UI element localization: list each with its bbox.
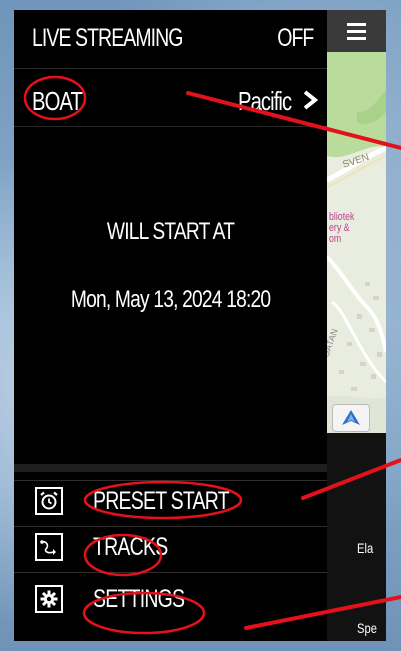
menu-item-label: PRESET START — [93, 486, 230, 515]
map-poi-label-3: om — [329, 233, 342, 245]
app-screen: LIVE STREAMING OFF BOAT Pacific WILL STA… — [14, 10, 386, 641]
timezone-value: Pacific — [237, 85, 292, 116]
right-panel-label-2: Spe — [357, 620, 377, 636]
start-heading: WILL START AT — [14, 218, 327, 246]
chevron-right-icon — [303, 90, 319, 110]
menu-item-tracks[interactable]: TRACKS — [14, 526, 327, 567]
map-view[interactable]: SVEN bliotek ery & om GATAN — [327, 52, 386, 433]
side-panel: LIVE STREAMING OFF BOAT Pacific WILL STA… — [14, 10, 327, 641]
right-panel-label-1: Ela — [357, 540, 374, 556]
start-datetime: Mon, May 13, 2024 18:20 — [14, 286, 327, 314]
hamburger-icon — [347, 23, 366, 40]
live-streaming-label: LIVE STREAMING — [32, 24, 183, 52]
separator-bar — [14, 464, 327, 472]
alarm-clock-icon — [35, 487, 63, 515]
track-path-icon — [35, 533, 63, 561]
locate-button[interactable] — [332, 404, 370, 432]
hamburger-menu-button[interactable] — [327, 10, 386, 52]
menu-item-label: SETTINGS — [93, 584, 185, 613]
start-heading-text: WILL START AT — [106, 218, 235, 245]
start-datetime-text: Mon, May 13, 2024 18:20 — [70, 286, 271, 313]
boat-row[interactable]: BOAT Pacific — [14, 82, 327, 120]
menu-item-label: TRACKS — [93, 532, 168, 561]
menu-item-preset-start[interactable]: PRESET START — [14, 480, 327, 521]
location-arrow-icon — [342, 410, 360, 425]
menu-item-settings[interactable]: SETTINGS — [14, 572, 327, 625]
live-streaming-row[interactable]: LIVE STREAMING OFF — [14, 24, 327, 56]
boat-label: BOAT — [32, 85, 83, 116]
gear-icon — [35, 585, 63, 613]
divider — [14, 68, 327, 69]
live-streaming-status[interactable]: OFF — [277, 24, 314, 53]
divider — [14, 126, 327, 127]
